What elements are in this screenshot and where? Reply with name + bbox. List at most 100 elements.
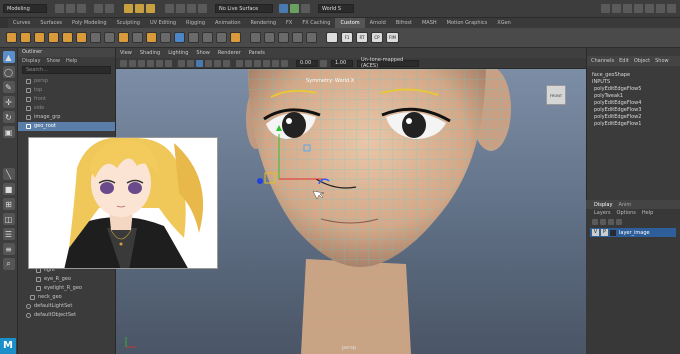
- layer-name[interactable]: layer_image: [619, 230, 650, 236]
- shelf-tab[interactable]: FX Caching: [297, 18, 335, 28]
- snap-point-icon[interactable]: [187, 4, 196, 13]
- select-object-icon[interactable]: [135, 4, 144, 13]
- shelf-cube-icon[interactable]: [6, 32, 17, 43]
- rotate-tool-icon[interactable]: ↻: [2, 111, 15, 123]
- undo-icon[interactable]: [94, 4, 103, 13]
- shelf-bevel-icon[interactable]: [146, 32, 157, 43]
- outliner-item[interactable]: persp: [18, 77, 115, 86]
- shelf-multicut-icon[interactable]: [188, 32, 199, 43]
- shelf-tab[interactable]: MASH: [417, 18, 442, 28]
- channel-menu-show[interactable]: Show: [655, 56, 669, 66]
- shelf-plane-icon[interactable]: [48, 32, 59, 43]
- layout-stack-icon[interactable]: ≡: [2, 243, 15, 255]
- input-node[interactable]: polyEditEdgeFlow1: [587, 121, 680, 128]
- ambient-occlusion-icon[interactable]: [263, 59, 270, 67]
- grid-icon[interactable]: [147, 59, 154, 67]
- symmetry-dropdown[interactable]: World S: [318, 4, 354, 13]
- scale-tool-icon[interactable]: ▣: [2, 126, 15, 138]
- wireframe-on-shaded-icon[interactable]: [196, 59, 203, 67]
- bookmark-icon[interactable]: [129, 59, 136, 67]
- outliner-item[interactable]: front: [18, 95, 115, 104]
- mode-dropdown[interactable]: Modeling: [3, 4, 47, 13]
- outliner-menu-help[interactable]: Help: [66, 57, 77, 65]
- modeling-toolkit-icon[interactable]: [656, 4, 665, 13]
- shelf-tab[interactable]: Rigging: [181, 18, 210, 28]
- shelf-tab[interactable]: Curves: [8, 18, 35, 28]
- viewport-menu-view[interactable]: View: [120, 50, 132, 56]
- outliner-item[interactable]: side: [18, 104, 115, 113]
- shelf-tab[interactable]: Poly Modeling: [67, 18, 112, 28]
- camera-attr-icon[interactable]: [120, 59, 127, 67]
- layout-four-icon[interactable]: ⊞: [2, 198, 15, 210]
- live-surface-field[interactable]: No Live Surface: [215, 4, 273, 13]
- layer-type-toggle[interactable]: [610, 229, 616, 236]
- gamma-field[interactable]: 1.00: [331, 59, 353, 67]
- shelf-tab[interactable]: FX: [281, 18, 297, 28]
- motion-blur-icon[interactable]: [272, 59, 279, 67]
- select-component-icon[interactable]: [146, 4, 155, 13]
- shelf-edge-loop-icon[interactable]: [216, 32, 227, 43]
- settings-icon[interactable]: [667, 4, 676, 13]
- isolate-icon[interactable]: [254, 59, 261, 67]
- shelf-tab[interactable]: XGen: [492, 18, 516, 28]
- textured-icon[interactable]: [205, 59, 212, 67]
- shelf-script-icon[interactable]: [250, 32, 261, 43]
- shelf-bridge-icon[interactable]: [132, 32, 143, 43]
- shelf-extrude-icon[interactable]: [118, 32, 129, 43]
- layout-outliner-icon[interactable]: ☰: [2, 228, 15, 240]
- open-scene-icon[interactable]: [66, 4, 75, 13]
- select-tool-icon[interactable]: ▲: [2, 51, 15, 63]
- layout-single-icon[interactable]: ■: [2, 183, 15, 195]
- shelf-button-fim[interactable]: FIM: [386, 32, 399, 43]
- last-tool-icon[interactable]: ╲: [2, 168, 15, 180]
- outliner-menu-show[interactable]: Show: [46, 57, 60, 65]
- outliner-search-input[interactable]: Search...: [22, 66, 111, 74]
- viewport-menu-show[interactable]: Show: [196, 50, 210, 56]
- smooth-shade-icon[interactable]: [187, 59, 194, 67]
- save-scene-icon[interactable]: [77, 4, 86, 13]
- shelf-quad-draw-icon[interactable]: [230, 32, 241, 43]
- shelf-uv-icon[interactable]: [174, 32, 185, 43]
- outliner-item[interactable]: defaultObjectSet: [18, 311, 116, 320]
- ipr-icon[interactable]: [301, 4, 310, 13]
- shelf-button-cp[interactable]: CP: [371, 32, 383, 43]
- outliner-menu-display[interactable]: Display: [22, 57, 40, 65]
- input-node[interactable]: polyTweak1: [587, 93, 680, 100]
- outliner-item[interactable]: eyelight_R_geo: [18, 284, 116, 293]
- outliner-item[interactable]: top: [18, 86, 115, 95]
- channel-menu-channels[interactable]: Channels: [591, 56, 614, 66]
- lasso-tool-icon[interactable]: ◯: [2, 66, 15, 78]
- layer-menu-layers[interactable]: Layers: [594, 210, 611, 216]
- reference-image-window[interactable]: [28, 137, 218, 269]
- image-plane-icon[interactable]: [138, 59, 145, 67]
- shelf-mirror-icon[interactable]: [90, 32, 101, 43]
- attribute-editor-icon[interactable]: [623, 4, 632, 13]
- new-layer-icon[interactable]: [592, 218, 598, 225]
- snap-grid-icon[interactable]: [165, 4, 174, 13]
- shelf-tab[interactable]: Rendering: [246, 18, 282, 28]
- hypershade-icon[interactable]: [612, 4, 621, 13]
- tab-display[interactable]: Display: [594, 202, 612, 208]
- tool-settings-icon[interactable]: [634, 4, 643, 13]
- layer-row[interactable]: V P layer_image: [590, 228, 676, 237]
- resolution-gate-icon[interactable]: [165, 59, 172, 67]
- shelf-torus-icon[interactable]: [62, 32, 73, 43]
- colorspace-dropdown[interactable]: Un-tone-mapped (ACES): [357, 57, 419, 69]
- shelf-script-icon[interactable]: [292, 32, 303, 43]
- shelf-tab[interactable]: Surfaces: [35, 18, 67, 28]
- shelf-button-rt[interactable]: RT: [356, 32, 368, 43]
- lights-icon[interactable]: [214, 59, 221, 67]
- layer-visibility-toggle[interactable]: V: [592, 229, 599, 236]
- wireframe-icon[interactable]: [178, 59, 185, 67]
- move-layer-down-icon[interactable]: [616, 218, 622, 225]
- shelf-target-weld-icon[interactable]: [202, 32, 213, 43]
- shelf-sphere-icon[interactable]: [20, 32, 31, 43]
- new-layer-selected-icon[interactable]: [600, 218, 606, 225]
- shelf-smooth-icon[interactable]: [160, 32, 171, 43]
- symmetry-icon[interactable]: [279, 4, 288, 13]
- anti-alias-icon[interactable]: [281, 59, 288, 67]
- viewport-menu-shading[interactable]: Shading: [140, 50, 160, 56]
- layer-playback-toggle[interactable]: P: [601, 229, 608, 236]
- shelf-tab[interactable]: Motion Graphics: [442, 18, 493, 28]
- tab-anim[interactable]: Anim: [618, 202, 631, 208]
